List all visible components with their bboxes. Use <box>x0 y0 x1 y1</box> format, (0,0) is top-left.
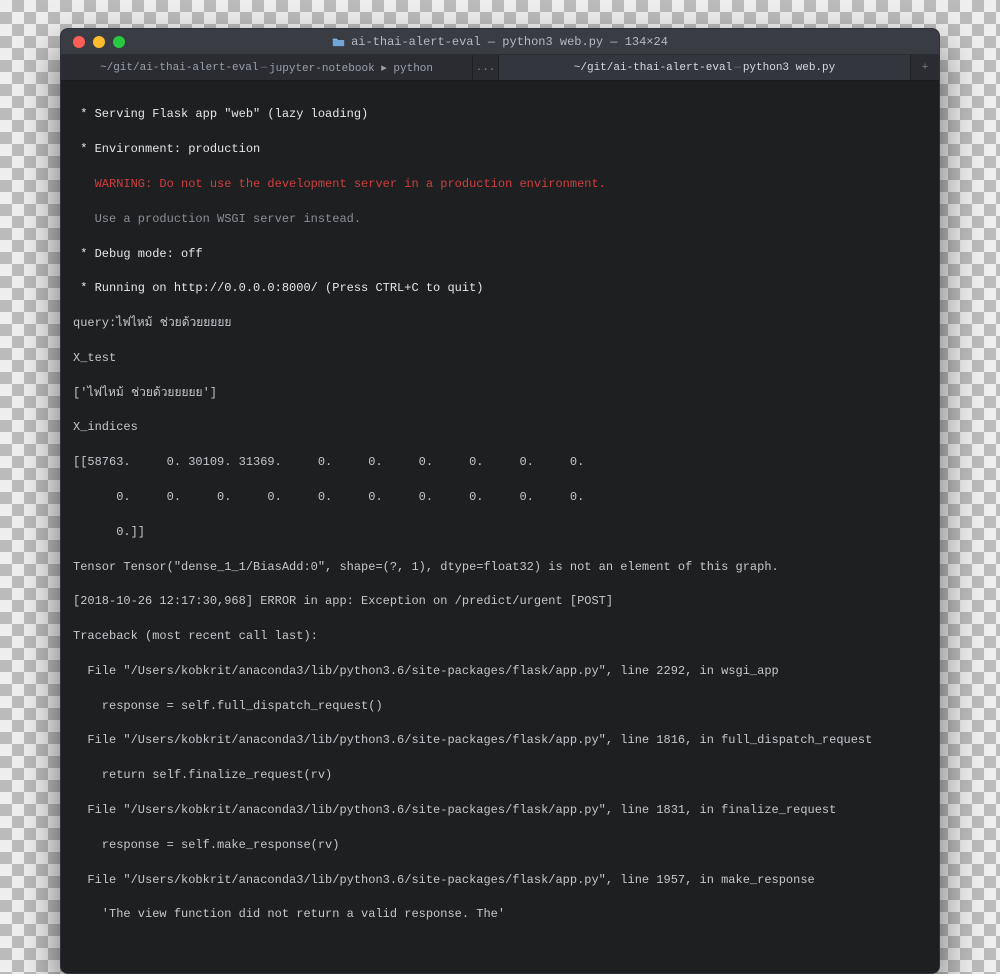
term-line: File "/Users/kobkrit/anaconda3/lib/pytho… <box>73 802 927 819</box>
term-line: Use a production WSGI server instead. <box>73 211 927 228</box>
term-line: response = self.make_response(rv) <box>73 837 927 854</box>
window-title: ai-thai-alert-eval — python3 web.py — 13… <box>61 35 939 49</box>
term-line: * Serving Flask app "web" (lazy loading) <box>73 106 927 123</box>
tab-python-web-proc: python3 web.py <box>743 62 835 74</box>
term-line: File "/Users/kobkrit/anaconda3/lib/pytho… <box>73 872 927 889</box>
term-line: X_indices <box>73 419 927 436</box>
plus-icon: + <box>922 62 929 74</box>
term-line: * Environment: production <box>73 141 927 158</box>
new-tab-button[interactable]: + <box>911 55 939 80</box>
term-line: File "/Users/kobkrit/anaconda3/lib/pytho… <box>73 732 927 749</box>
terminal-window: ai-thai-alert-eval — python3 web.py — 13… <box>60 28 940 974</box>
term-line: Tensor Tensor("dense_1_1/BiasAdd:0", sha… <box>73 559 927 576</box>
term-line: return self.finalize_request(rv) <box>73 767 927 784</box>
folder-icon <box>332 37 345 47</box>
term-line-warning: WARNING: Do not use the development serv… <box>73 176 927 193</box>
traffic-lights <box>61 36 125 48</box>
term-line: * Running on http://0.0.0.0:8000/ (Press… <box>73 280 927 297</box>
tab-python-web-path: ~/git/ai-thai-alert-eval <box>574 62 732 74</box>
term-line: 0.]] <box>73 524 927 541</box>
tab-jupyter-path: ~/git/ai-thai-alert-eval <box>100 62 258 74</box>
tab-separator: — <box>260 62 267 74</box>
term-line: response = self.full_dispatch_request() <box>73 698 927 715</box>
tab-jupyter-proc: jupyter-notebook ▸ python <box>269 61 433 75</box>
tab-bar: ~/git/ai-thai-alert-eval — jupyter-noteb… <box>61 55 939 81</box>
term-line: Traceback (most recent call last): <box>73 628 927 645</box>
term-line: ['ไฟไหม้ ช่วยด้วยยยยย'] <box>73 385 927 402</box>
tab-separator: — <box>734 62 741 74</box>
term-line: 'The view function did not return a vali… <box>73 906 927 923</box>
tab-python-web[interactable]: ~/git/ai-thai-alert-eval — python3 web.p… <box>499 55 911 80</box>
tab-jupyter[interactable]: ~/git/ai-thai-alert-eval — jupyter-noteb… <box>61 55 473 80</box>
term-line: File "/Users/kobkrit/anaconda3/lib/pytho… <box>73 663 927 680</box>
minimize-icon[interactable] <box>93 36 105 48</box>
terminal-output[interactable]: * Serving Flask app "web" (lazy loading)… <box>61 81 939 973</box>
titlebar[interactable]: ai-thai-alert-eval — python3 web.py — 13… <box>61 29 939 55</box>
term-line: [[58763. 0. 30109. 31369. 0. 0. 0. 0. 0.… <box>73 454 927 471</box>
term-line: 0. 0. 0. 0. 0. 0. 0. 0. 0. 0. <box>73 489 927 506</box>
term-line-error: [2018-10-26 12:17:30,968] ERROR in app: … <box>73 593 927 610</box>
tab-overflow-label: ... <box>476 62 496 74</box>
close-icon[interactable] <box>73 36 85 48</box>
term-line: X_test <box>73 350 927 367</box>
tab-overflow-button[interactable]: ... <box>473 55 499 80</box>
term-line: query:ไฟไหม้ ช่วยด้วยยยยย <box>73 315 927 332</box>
window-title-text: ai-thai-alert-eval — python3 web.py — 13… <box>351 35 668 49</box>
term-line: * Debug mode: off <box>73 246 927 263</box>
zoom-icon[interactable] <box>113 36 125 48</box>
